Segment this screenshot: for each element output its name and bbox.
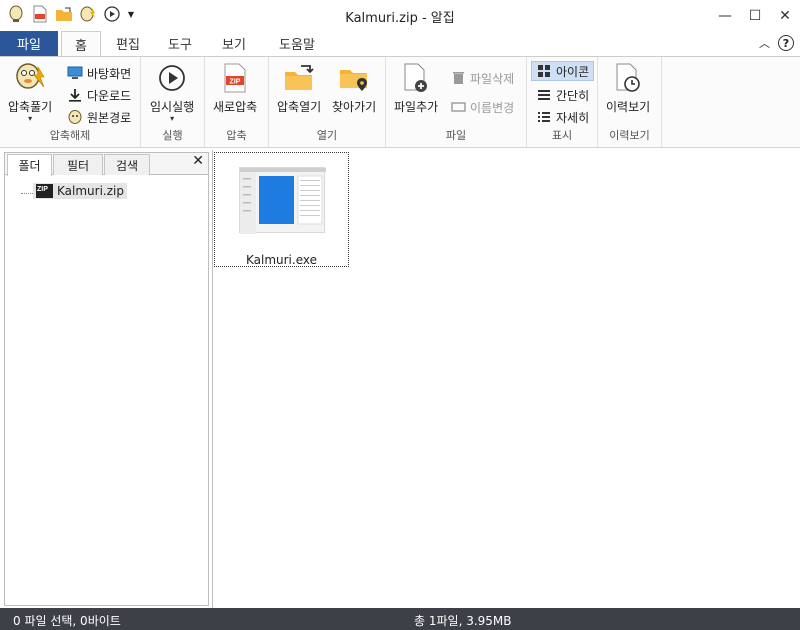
tab-file[interactable]: 파일 <box>0 31 58 56</box>
delete-file-label: 파일삭제 <box>470 71 515 86</box>
view-group: 아이콘 간단히 자세히 표시 <box>527 57 598 147</box>
history-icon <box>611 61 645 95</box>
panel-tabs: 폴더 필터 검색 ✕ <box>5 153 208 176</box>
selection-status: 0 파일 선택, 0바이트 <box>13 614 121 628</box>
temp-run-dropdown-icon[interactable]: ▾ <box>170 115 174 123</box>
locate-label: 찾아가기 <box>332 100 377 114</box>
minimize-button[interactable]: — <box>710 0 740 31</box>
original-path-icon <box>67 109 83 125</box>
tab-edit[interactable]: 편집 <box>106 31 150 56</box>
view-icons-label: 아이콘 <box>556 64 590 79</box>
open-zip-button[interactable]: 압축열기 <box>277 61 321 115</box>
tab-filter[interactable]: 필터 <box>53 154 103 175</box>
details-list-icon <box>536 109 552 125</box>
view-details-label: 자세히 <box>556 110 590 125</box>
panel-close-button[interactable]: ✕ <box>192 153 204 169</box>
desktop-label: 바탕화면 <box>87 66 132 81</box>
add-file-icon <box>399 61 433 95</box>
tree-item-root[interactable]: ZIP Kalmuri.zip <box>33 183 127 199</box>
view-simple-button[interactable]: 간단히 <box>536 85 589 105</box>
maximize-button[interactable]: ☐ <box>740 0 770 31</box>
add-file-button[interactable]: 파일추가 <box>394 61 438 115</box>
file-group: 파일추가 파일삭제 이름변경 파일 <box>386 57 527 147</box>
help-icon[interactable]: ? <box>778 35 794 51</box>
original-path-label: 원본경로 <box>87 110 132 125</box>
collapse-ribbon-icon[interactable]: ︿ <box>759 35 770 51</box>
locate-folder-icon <box>337 61 371 95</box>
rename-label: 이름변경 <box>470 100 515 115</box>
tab-search[interactable]: 검색 <box>104 154 150 175</box>
close-button[interactable]: ✕ <box>770 0 800 31</box>
extract-label: 압축풀기 <box>8 100 53 114</box>
window-title: Kalmuri.zip - 알집 <box>345 11 455 26</box>
exe-thumbnail-icon <box>238 167 326 234</box>
rename-button[interactable]: 이름변경 <box>450 97 514 117</box>
tree-root-label: Kalmuri.zip <box>57 184 124 198</box>
extract-group-label: 압축해제 <box>49 129 91 142</box>
view-details-button[interactable]: 자세히 <box>536 107 589 127</box>
folder-panel: 폴더 필터 검색 ✕ ZIP Kalmuri.zip <box>4 152 209 606</box>
history-group: 이력보기 이력보기 <box>598 57 662 147</box>
zip-archive-badge: ZIP <box>37 186 48 193</box>
extract-dropdown-icon[interactable]: ▾ <box>28 115 32 123</box>
delete-file-button[interactable]: 파일삭제 <box>450 68 514 88</box>
new-zip-button[interactable]: ZIP 새로압축 <box>213 61 257 115</box>
extract-large-icon <box>13 61 47 95</box>
total-status: 총 1파일, 3.95MB <box>414 614 512 628</box>
trash-icon <box>450 70 466 86</box>
add-file-label: 파일추가 <box>394 100 439 114</box>
tab-view[interactable]: 보기 <box>212 31 256 56</box>
ribbon-tab-bar: 파일 홈 편집 도구 보기 도움말 ︿ ? <box>0 31 800 57</box>
compress-group: ZIP 새로압축 압축 <box>205 57 269 147</box>
tab-help[interactable]: 도움말 <box>270 31 324 56</box>
view-group-label: 표시 <box>551 129 573 142</box>
new-zip-label: 새로압축 <box>213 100 258 114</box>
run-group: 임시실행 ▾ 실행 <box>141 57 205 147</box>
extract-downloads-button[interactable]: 다운로드 <box>67 85 131 105</box>
file-name: Kalmuri.exe <box>245 253 317 267</box>
extract-button[interactable]: 압축풀기 ▾ <box>8 61 52 123</box>
history-button[interactable]: 이력보기 <box>606 61 650 115</box>
status-bar: 0 파일 선택, 0바이트 총 1파일, 3.95MB <box>0 608 800 630</box>
rename-icon <box>450 99 466 115</box>
window-controls: — ☐ ✕ <box>710 0 800 31</box>
history-label: 이력보기 <box>606 100 651 114</box>
open-group-label: 열기 <box>316 129 338 142</box>
title-bar: ▼ Kalmuri.zip - 알집 — ☐ ✕ <box>0 0 800 31</box>
compress-group-label: 압축 <box>226 129 247 142</box>
new-zip-badge: ZIP <box>230 79 241 86</box>
extract-original-button[interactable]: 원본경로 <box>67 107 131 127</box>
temp-run-label: 임시실행 <box>150 100 195 114</box>
list-icon <box>536 87 552 103</box>
extract-desktop-button[interactable]: 바탕화면 <box>67 63 131 83</box>
ribbon-options: ︿ ? <box>759 35 794 51</box>
extract-group: 압축풀기 ▾ 바탕화면 다운로드 원본경로 압축해제 <box>0 57 141 147</box>
ribbon: 압축풀기 ▾ 바탕화면 다운로드 원본경로 압축해제 임시실행 ▾ 실행 ZIP… <box>0 56 800 148</box>
locate-button[interactable]: 찾아가기 <box>332 61 376 115</box>
grid-icon <box>536 63 552 79</box>
tab-home[interactable]: 홈 <box>61 31 101 57</box>
file-list-view: Kalmuri.exe <box>212 150 800 608</box>
download-icon <box>67 87 83 103</box>
desktop-icon <box>67 65 83 81</box>
history-group-label: 이력보기 <box>609 129 650 142</box>
play-large-icon <box>155 61 189 95</box>
new-zip-icon: ZIP <box>218 61 252 95</box>
view-simple-label: 간단히 <box>556 88 590 103</box>
open-zip-label: 압축열기 <box>277 100 322 114</box>
open-group: 압축열기 찾아가기 열기 <box>269 57 386 147</box>
temp-run-button[interactable]: 임시실행 ▾ <box>150 61 194 123</box>
zip-archive-icon: ZIP <box>36 184 53 198</box>
downloads-label: 다운로드 <box>87 88 132 103</box>
open-folder-icon <box>282 61 316 95</box>
run-group-label: 실행 <box>162 129 183 142</box>
view-icons-button[interactable]: 아이콘 <box>531 61 595 81</box>
tab-tools[interactable]: 도구 <box>158 31 202 56</box>
tab-folder[interactable]: 폴더 <box>7 154 52 176</box>
file-group-label: 파일 <box>445 129 467 142</box>
file-item[interactable]: Kalmuri.exe <box>214 152 349 267</box>
